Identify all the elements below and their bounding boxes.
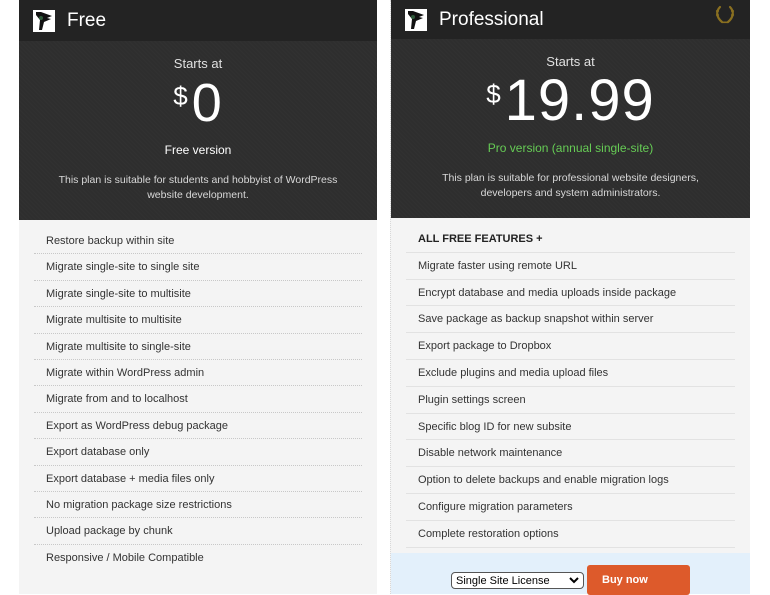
feature-item: Configure migration parameters <box>406 494 735 521</box>
feature-item: Exclude plugins and media upload files <box>406 360 735 387</box>
feature-item: Complete restoration options <box>406 521 735 548</box>
feature-item: Disable network maintenance <box>406 440 735 468</box>
purchase-bar: Single Site License Buy now <box>391 553 750 595</box>
price-amount: 0 <box>191 73 223 133</box>
price-hero: Starts at $ 0 Free version This plan is … <box>19 41 377 220</box>
starts-at-label: Starts at <box>546 54 595 69</box>
chevron-down-icon <box>569 575 579 587</box>
plan-title: Free <box>67 9 107 31</box>
version-label: Pro version (annual single-site) <box>487 141 654 155</box>
starts-at-label: Starts at <box>173 56 223 71</box>
price-hero: Starts at $ 19.99 Pro version (annual si… <box>391 39 750 218</box>
plan-description: This plan is suitable for students and h… <box>58 174 338 201</box>
feature-heading: ALL FREE FEATURES + <box>406 226 735 253</box>
feature-item: Specific blog ID for new subsite <box>406 414 735 441</box>
feature-item: Export database + media files only <box>34 466 362 492</box>
feature-item: Plugin settings screen <box>406 387 735 414</box>
feature-item: Export database only <box>34 439 362 466</box>
free-plan-card: Free Starts at $ 0 Free version This pla… <box>19 0 377 594</box>
feature-item: Migrate within WordPress admin <box>34 360 362 387</box>
license-select[interactable]: Single Site License <box>451 572 584 589</box>
feature-item: Save package as backup snapshot within s… <box>406 306 735 334</box>
price: $ 19.99 <box>391 68 750 133</box>
currency-symbol: $ <box>173 81 188 111</box>
plan-header: Free <box>19 0 377 41</box>
price: $ 0 <box>19 75 377 131</box>
currency-symbol: $ <box>486 79 501 109</box>
feature-item: Upload package by chunk <box>34 518 362 545</box>
feature-item: Migrate multisite to multisite <box>34 307 362 334</box>
plan-title: Professional <box>439 8 544 30</box>
laurel-wreath-icon <box>714 5 736 29</box>
pro-plan-card: Professional Starts at $ 19.99 Pro versi… <box>390 0 750 595</box>
plugin-logo-icon <box>33 9 55 32</box>
feature-item: Migrate single-site to single site <box>34 254 362 281</box>
feature-item: Restore backup within site <box>34 228 362 255</box>
feature-list: ALL FREE FEATURES + Migrate faster using… <box>391 218 750 548</box>
feature-item: Migrate multisite to single-site <box>34 334 362 360</box>
feature-item: Migrate from and to localhost <box>34 386 362 413</box>
feature-item: Export as WordPress debug package <box>34 413 362 440</box>
price-amount: 19.99 <box>504 68 655 133</box>
feature-item: Responsive / Mobile Compatible <box>46 551 204 564</box>
feature-item: Migrate faster using remote URL <box>406 253 735 280</box>
feature-item: No migration package size restrictions <box>34 492 362 519</box>
feature-item: Migrate single-site to multisite <box>34 281 362 308</box>
feature-list: Restore backup within site Migrate singl… <box>19 220 377 571</box>
buy-now-button[interactable]: Buy now <box>587 565 690 595</box>
plugin-logo-icon <box>405 8 427 31</box>
feature-item: Option to delete backups and enable migr… <box>406 467 735 494</box>
plan-header: Professional <box>391 0 750 39</box>
plan-description: This plan is suitable for professional w… <box>442 172 699 199</box>
license-select-value: Single Site License <box>456 574 550 587</box>
feature-item: Export package to Dropbox <box>406 333 735 360</box>
version-label: Free version <box>164 143 232 157</box>
feature-item: Encrypt database and media uploads insid… <box>406 280 735 307</box>
